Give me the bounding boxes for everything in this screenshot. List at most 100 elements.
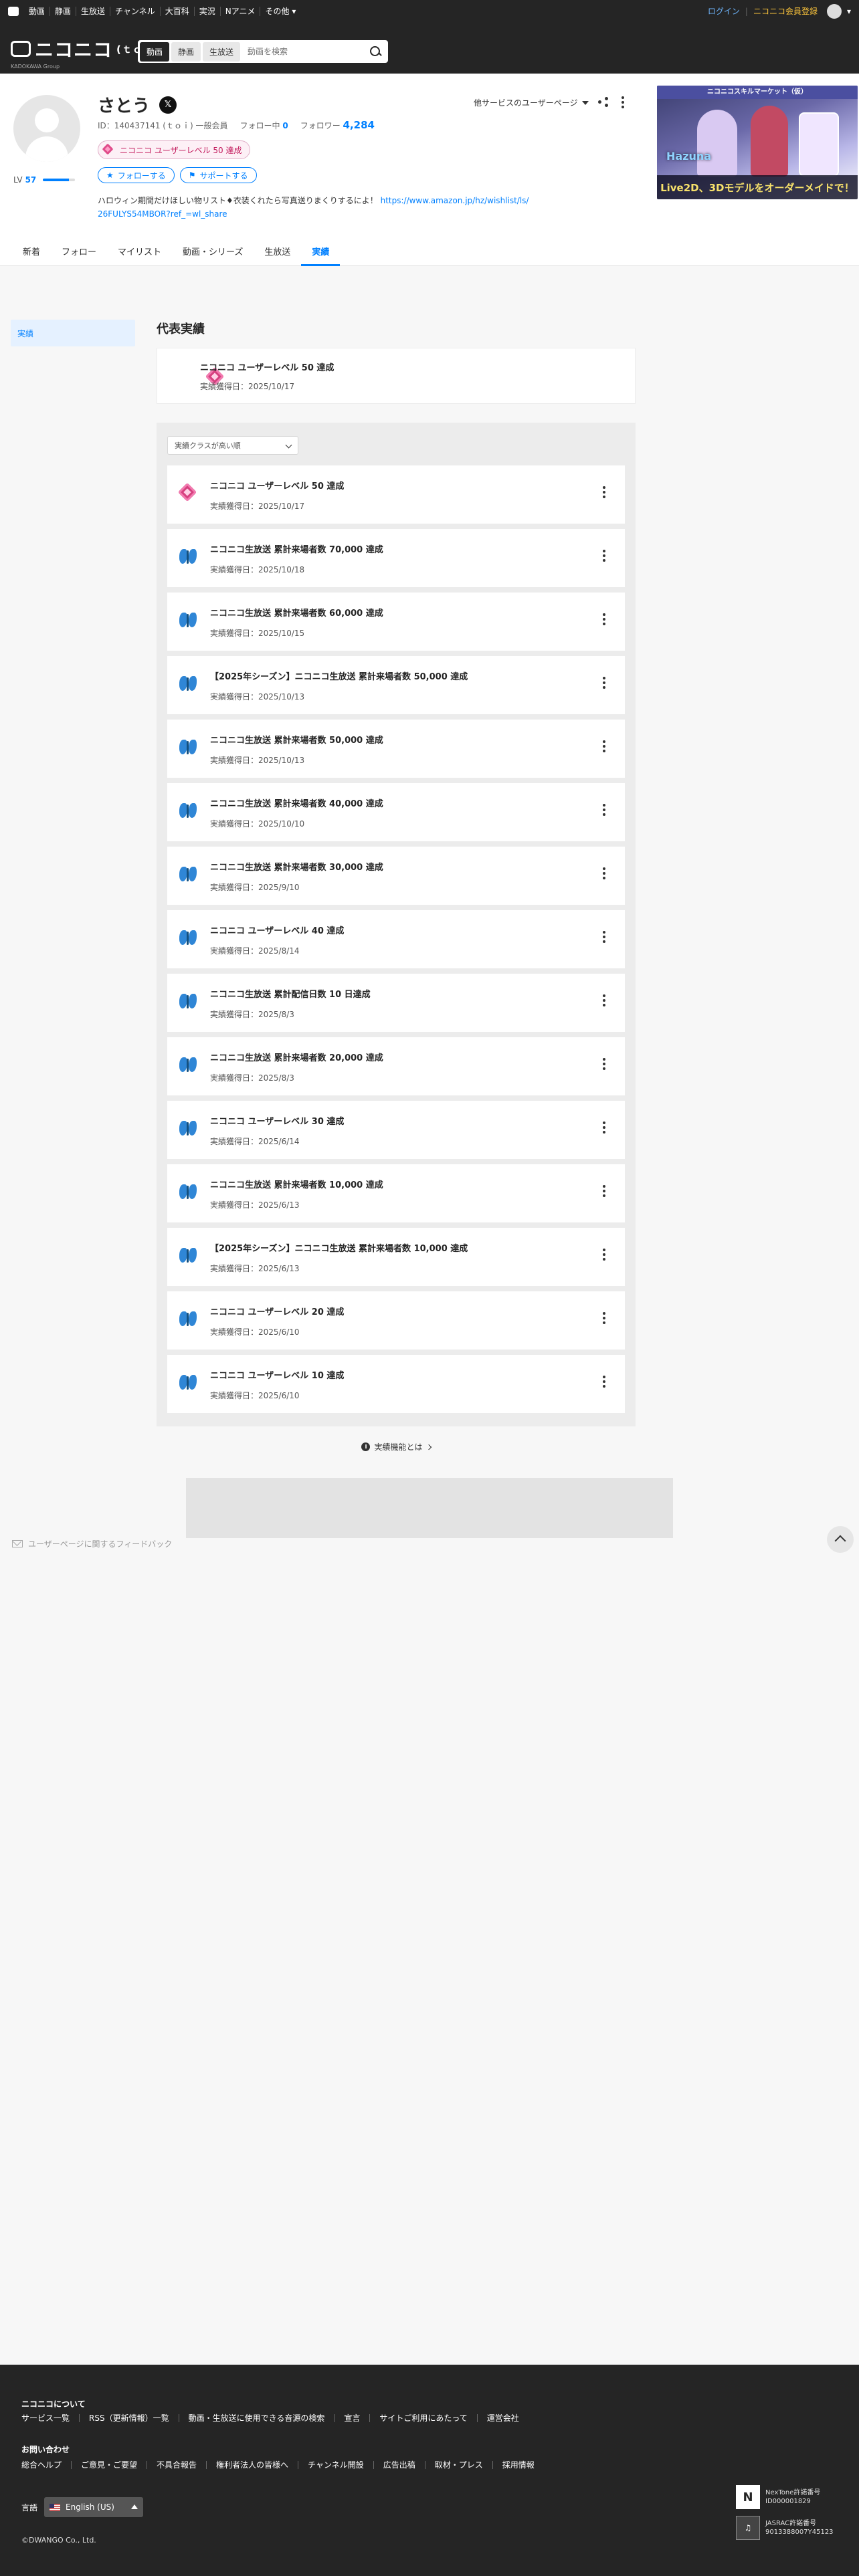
login-link[interactable]: ログイン bbox=[708, 5, 740, 17]
follow-button[interactable]: ★ フォローする bbox=[98, 167, 175, 183]
footer-contact-link[interactable]: チャンネル開設 bbox=[298, 2461, 373, 2469]
more-options-icon[interactable] bbox=[599, 1248, 609, 1261]
achievement-title: ニコニコ生放送 累計来場者数 20,000 達成 bbox=[210, 1053, 383, 1063]
tab-mylist[interactable]: マイリスト bbox=[107, 235, 172, 266]
representative-badge[interactable]: ニコニコ ユーザーレベル 50 達成 bbox=[98, 140, 251, 159]
footer-contact-link[interactable]: 採用情報 bbox=[492, 2461, 544, 2469]
footer-about-link[interactable]: サイトご利用にあたって bbox=[369, 2414, 476, 2422]
footer-about-link[interactable]: 宣言 bbox=[334, 2414, 369, 2422]
jasrac-license: ♫ JASRAC許諾番号 9013388007Y45123 bbox=[736, 2516, 834, 2540]
followers-link[interactable]: フォロワー 4,284 bbox=[300, 119, 375, 131]
achievement-date: 実績獲得日：2025/9/10 bbox=[210, 883, 300, 892]
representative-title: 代表実績 bbox=[157, 322, 205, 336]
nextone-logo-icon: N bbox=[736, 2485, 760, 2509]
chevron-down-icon[interactable]: ▾ bbox=[847, 7, 851, 16]
level-label: LV bbox=[13, 175, 23, 185]
tab-recent[interactable]: 新着 bbox=[13, 235, 51, 266]
site-logo[interactable]: ニコニコ(ｔｏｉ) KADOKAWA Group bbox=[11, 35, 159, 70]
achievement-item: ニコニコ生放送 累計来場者数 10,000 達成 実績獲得日：2025/6/13 bbox=[167, 1164, 625, 1222]
nav-jikkyo[interactable]: 実況 bbox=[193, 6, 220, 16]
more-options-icon[interactable] bbox=[599, 1184, 609, 1198]
tab-live[interactable]: 生放送 bbox=[254, 235, 301, 266]
search-input[interactable] bbox=[242, 47, 369, 56]
register-link[interactable]: ニコニコ会員登録 bbox=[753, 5, 818, 17]
achievement-title: 【2025年シーズン】ニコニコ生放送 累計来場者数 50,000 達成 bbox=[210, 672, 468, 682]
user-avatar bbox=[13, 95, 80, 162]
user-avatar-icon[interactable] bbox=[826, 3, 842, 19]
copyright: ©DWANGO Co., Ltd. bbox=[21, 2536, 96, 2545]
ad-brand-text: Hazuna bbox=[666, 150, 712, 163]
back-to-top-button[interactable] bbox=[827, 1526, 854, 1553]
footer-contact-link[interactable]: 広告出稿 bbox=[373, 2461, 425, 2469]
niconico-mini-icon[interactable] bbox=[8, 6, 19, 16]
more-options-icon[interactable] bbox=[599, 867, 609, 880]
search-tab-live[interactable]: 生放送 bbox=[203, 41, 241, 62]
more-options-icon[interactable] bbox=[599, 676, 609, 689]
profile-tabs: 新着 フォロー マイリスト 動画・シリーズ 生放送 実績 bbox=[0, 235, 859, 266]
nav-live[interactable]: 生放送 bbox=[76, 6, 110, 16]
footer-about-link[interactable]: RSS（更新情報）一覧 bbox=[79, 2414, 179, 2422]
more-options-icon[interactable] bbox=[599, 803, 609, 817]
achievement-title: ニコニコ生放送 累計来場者数 40,000 達成 bbox=[210, 799, 383, 809]
footer-about-heading: ニコニコについて bbox=[21, 2399, 86, 2409]
more-options-icon[interactable] bbox=[599, 1057, 609, 1071]
achievement-item: ニコニコ生放送 累計来場者数 60,000 達成 実績獲得日：2025/10/15 bbox=[167, 593, 625, 651]
search-tab-video[interactable]: 動画 bbox=[140, 41, 170, 62]
nav-video[interactable]: 動画 bbox=[24, 7, 50, 16]
share-icon[interactable] bbox=[597, 97, 609, 108]
x-icon[interactable]: 𝕏 bbox=[159, 96, 177, 114]
support-label: サポートする bbox=[199, 171, 248, 181]
tab-videos-series[interactable]: 動画・シリーズ bbox=[172, 235, 254, 266]
achievement-item: ニコニコ生放送 累計来場者数 70,000 達成 実績獲得日：2025/10/18 bbox=[167, 529, 625, 587]
more-options-icon[interactable] bbox=[599, 930, 609, 944]
sort-select[interactable]: 実績クラスが高い順 bbox=[167, 436, 298, 455]
more-options-icon[interactable] bbox=[599, 486, 609, 499]
brand-sub: KADOKAWA Group bbox=[11, 64, 60, 70]
representative-card: ニコニコ ユーザーレベル 50 達成 実績獲得日：2025/10/17 bbox=[157, 348, 636, 404]
about-achievements-link[interactable]: i 実績機能とは bbox=[157, 1441, 636, 1453]
level-progress-bar bbox=[43, 179, 76, 181]
gem-icon bbox=[102, 144, 114, 155]
footer-about-link[interactable]: 運営会社 bbox=[476, 2414, 529, 2422]
badge-label: ニコニコ ユーザーレベル 50 達成 bbox=[120, 145, 242, 155]
following-link[interactable]: フォロー中 0 bbox=[240, 120, 288, 131]
footer-about-link[interactable]: サービス一覧 bbox=[21, 2414, 79, 2422]
sidebar-item-achievements[interactable]: 実績 bbox=[11, 320, 135, 346]
ad-character-image bbox=[799, 112, 839, 177]
support-button[interactable]: ⚑ サポートする bbox=[179, 167, 257, 183]
search-tab-seiga[interactable]: 静画 bbox=[171, 41, 201, 62]
tab-follow[interactable]: フォロー bbox=[51, 235, 107, 266]
footer-about-link[interactable]: 動画・生放送に使用できる音源の検索 bbox=[178, 2414, 335, 2422]
footer-contact-link[interactable]: ご意見・ご要望 bbox=[71, 2461, 147, 2469]
more-options-icon[interactable] bbox=[599, 1311, 609, 1325]
more-options-icon[interactable] bbox=[599, 994, 609, 1007]
more-options-icon[interactable] bbox=[599, 1375, 609, 1388]
ad-banner[interactable]: ニコニコスキルマーケット（仮） Hazuna Live2D、3Dモデルをオーダー… bbox=[657, 86, 858, 199]
footer-contact-link[interactable]: 権利者法人の皆様へ bbox=[206, 2461, 298, 2469]
achievements-list: 実績クラスが高い順 ニコニコ ユーザーレベル 50 達成 実績獲得日：2025/1… bbox=[157, 423, 636, 1426]
nav-more[interactable]: その他 ▾ bbox=[260, 6, 300, 16]
achievement-date: 実績獲得日：2025/10/13 bbox=[210, 692, 305, 702]
search-icon[interactable] bbox=[369, 45, 382, 58]
other-services-dropdown[interactable]: 他サービスのユーザーページ bbox=[474, 97, 589, 108]
more-options-icon[interactable] bbox=[599, 1121, 609, 1134]
achievement-title: ニコニコ生放送 累計来場者数 50,000 達成 bbox=[210, 736, 383, 746]
tab-achievements[interactable]: 実績 bbox=[301, 235, 341, 266]
nav-nanime[interactable]: Nアニメ bbox=[219, 6, 260, 16]
achievement-item: ニコニコ ユーザーレベル 20 達成 実績獲得日：2025/6/10 bbox=[167, 1291, 625, 1350]
ad-slot[interactable] bbox=[186, 1478, 673, 1538]
nav-dic[interactable]: 大百科 bbox=[159, 6, 194, 16]
footer-contact-link[interactable]: 不具合報告 bbox=[147, 2461, 206, 2469]
nav-seiga[interactable]: 静画 bbox=[50, 6, 76, 16]
achievement-title: 【2025年シーズン】ニコニコ生放送 累計来場者数 10,000 達成 bbox=[210, 1244, 468, 1254]
footer-contact-link[interactable]: 取材・プレス bbox=[424, 2461, 492, 2469]
more-options-icon[interactable] bbox=[599, 740, 609, 753]
footer-contact-link[interactable]: 総合ヘルプ bbox=[21, 2461, 71, 2469]
more-options-icon[interactable] bbox=[599, 613, 609, 626]
language-label: 言語 bbox=[21, 2502, 38, 2512]
more-options-icon[interactable] bbox=[599, 549, 609, 562]
language-select[interactable]: English (US) bbox=[44, 2497, 144, 2517]
nav-channel[interactable]: チャンネル bbox=[110, 6, 160, 16]
more-options-icon[interactable] bbox=[618, 96, 628, 108]
feedback-link[interactable]: ユーザーページに関するフィードバック bbox=[12, 1538, 172, 1549]
